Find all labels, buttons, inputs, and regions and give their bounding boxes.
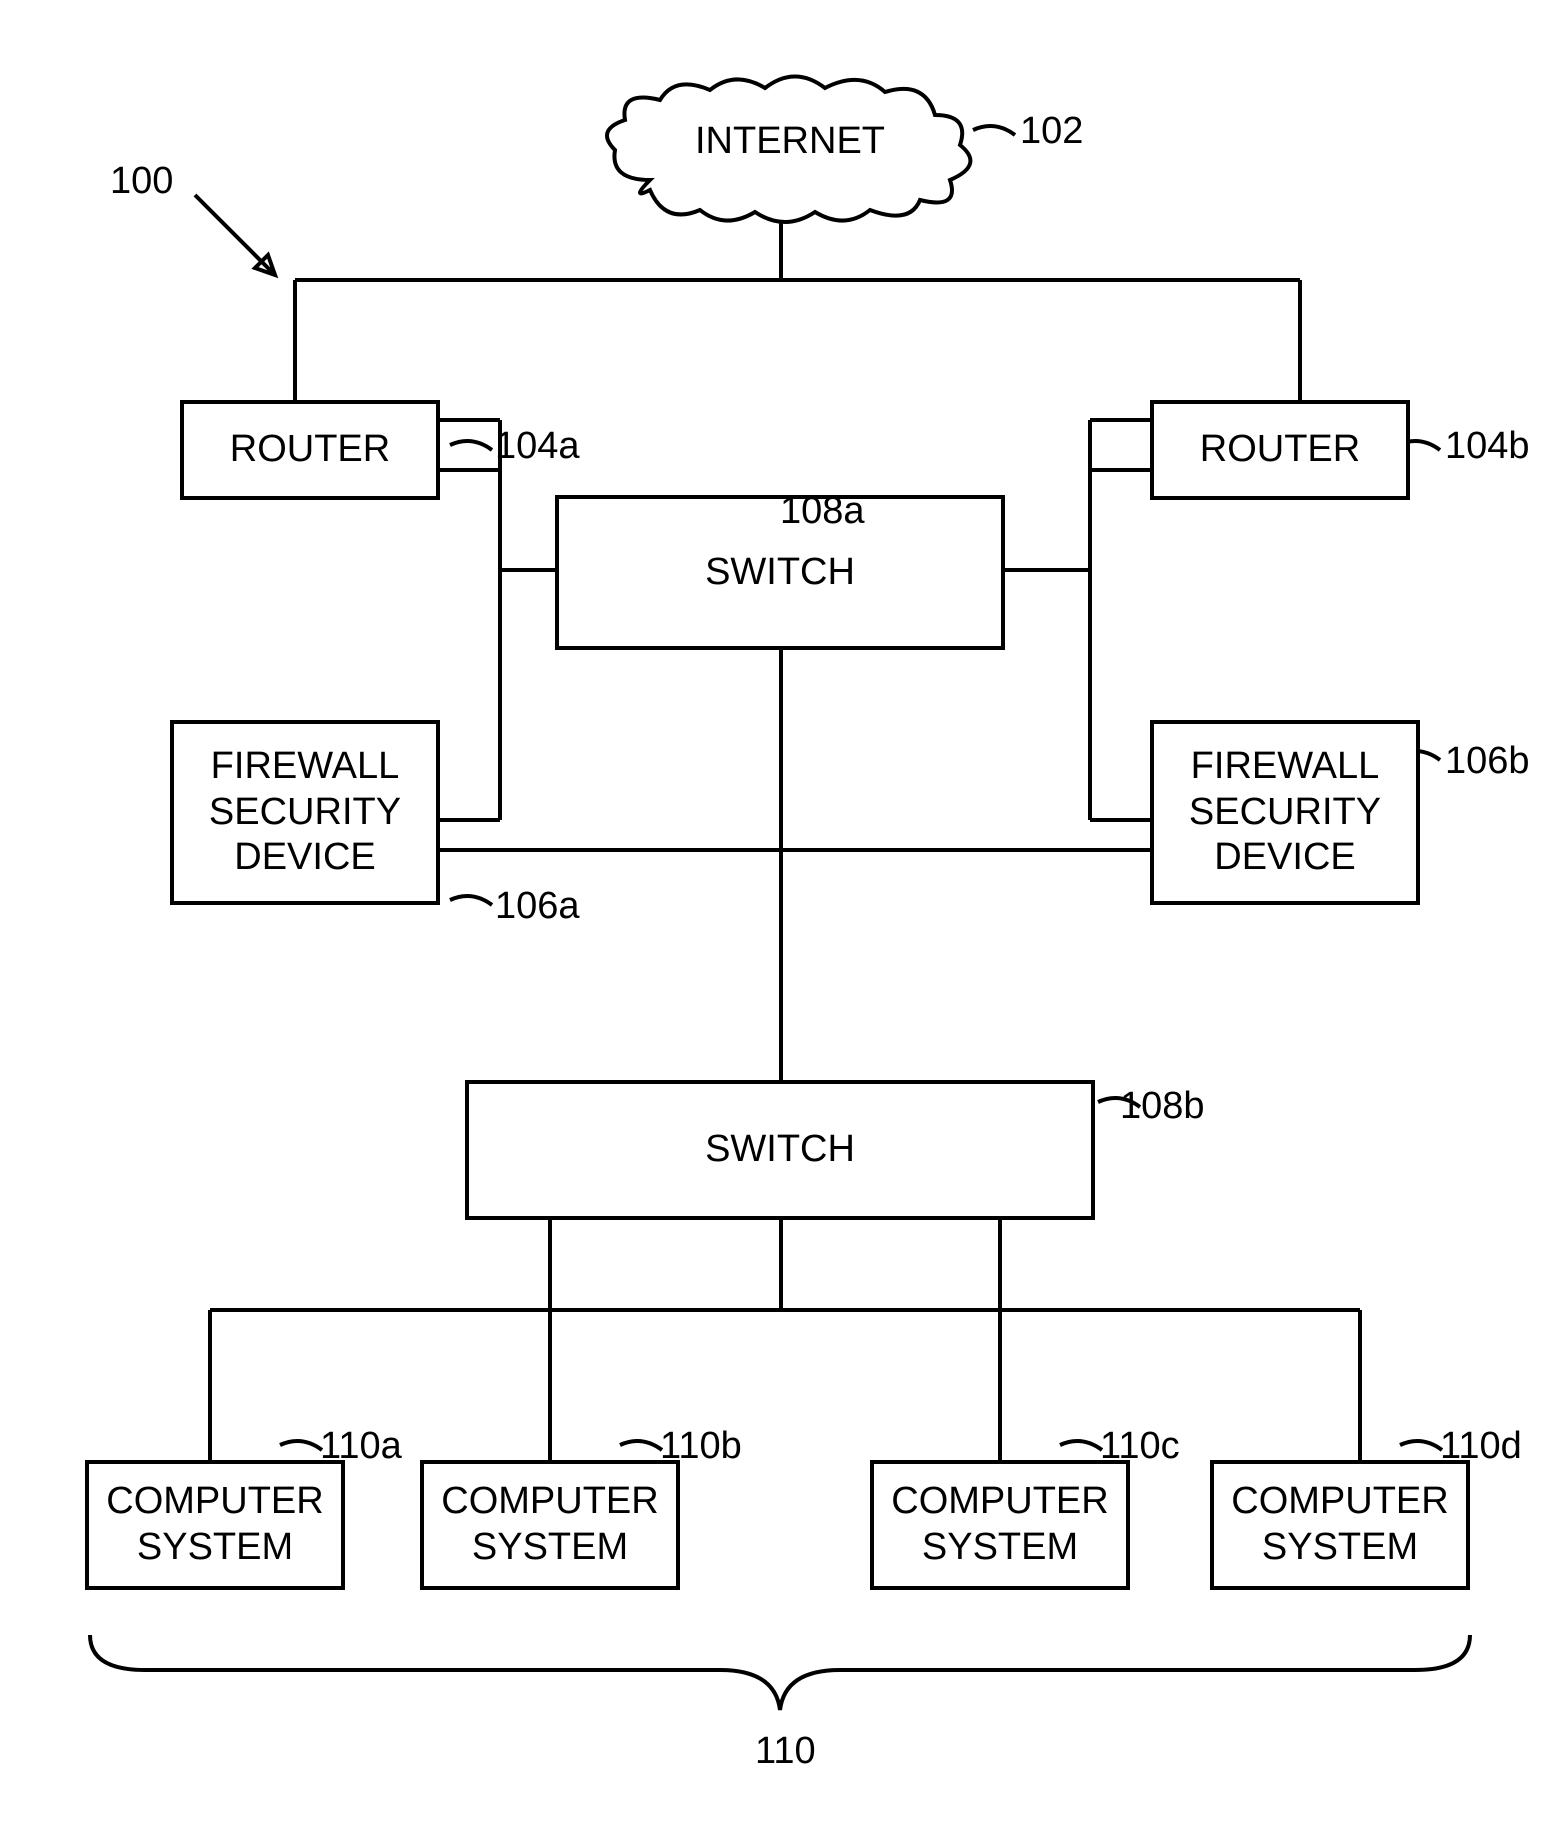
computer-b: COMPUTER SYSTEM bbox=[420, 1460, 680, 1590]
firewall-a-label: FIREWALL SECURITY DEVICE bbox=[182, 744, 428, 881]
firewall-b: FIREWALL SECURITY DEVICE bbox=[1150, 720, 1420, 905]
switch-b-label: SWITCH bbox=[705, 1127, 855, 1173]
computer-d-label: COMPUTER SYSTEM bbox=[1222, 1479, 1458, 1570]
firewall-b-ref: 106b bbox=[1445, 740, 1530, 783]
router-a-label: ROUTER bbox=[230, 427, 390, 473]
router-a: ROUTER bbox=[180, 400, 440, 500]
computer-a-ref: 110a bbox=[320, 1425, 402, 1468]
firewall-b-label: FIREWALL SECURITY DEVICE bbox=[1162, 744, 1408, 881]
computer-d: COMPUTER SYSTEM bbox=[1210, 1460, 1470, 1590]
switch-b-ref: 108b bbox=[1120, 1085, 1205, 1128]
computer-a-label: COMPUTER SYSTEM bbox=[97, 1479, 333, 1570]
router-b-ref: 104b bbox=[1445, 425, 1530, 468]
network-topology-diagram: INTERNET 102 100 ROUTER 104a ROUTER 104b… bbox=[0, 0, 1562, 1844]
switch-a-label: SWITCH bbox=[705, 550, 855, 596]
computer-c-label: COMPUTER SYSTEM bbox=[882, 1479, 1118, 1570]
computer-d-ref: 110d bbox=[1440, 1425, 1522, 1468]
router-b-label: ROUTER bbox=[1200, 427, 1360, 473]
switch-b: SWITCH bbox=[465, 1080, 1095, 1220]
computer-a: COMPUTER SYSTEM bbox=[85, 1460, 345, 1590]
diagram-ref: 100 bbox=[110, 160, 173, 203]
firewall-a-ref: 106a bbox=[495, 885, 580, 928]
router-b: ROUTER bbox=[1150, 400, 1410, 500]
computer-group-ref: 110 bbox=[755, 1730, 816, 1773]
switch-a-ref: 108a bbox=[780, 490, 865, 533]
computer-b-label: COMPUTER SYSTEM bbox=[432, 1479, 668, 1570]
computer-c: COMPUTER SYSTEM bbox=[870, 1460, 1130, 1590]
internet-label: INTERNET bbox=[695, 120, 875, 163]
internet-ref: 102 bbox=[1020, 110, 1083, 153]
router-a-ref: 104a bbox=[495, 425, 580, 468]
firewall-a: FIREWALL SECURITY DEVICE bbox=[170, 720, 440, 905]
computer-c-ref: 110c bbox=[1100, 1425, 1180, 1468]
computer-b-ref: 110b bbox=[660, 1425, 742, 1468]
computer-group-brace bbox=[85, 1630, 1475, 1725]
